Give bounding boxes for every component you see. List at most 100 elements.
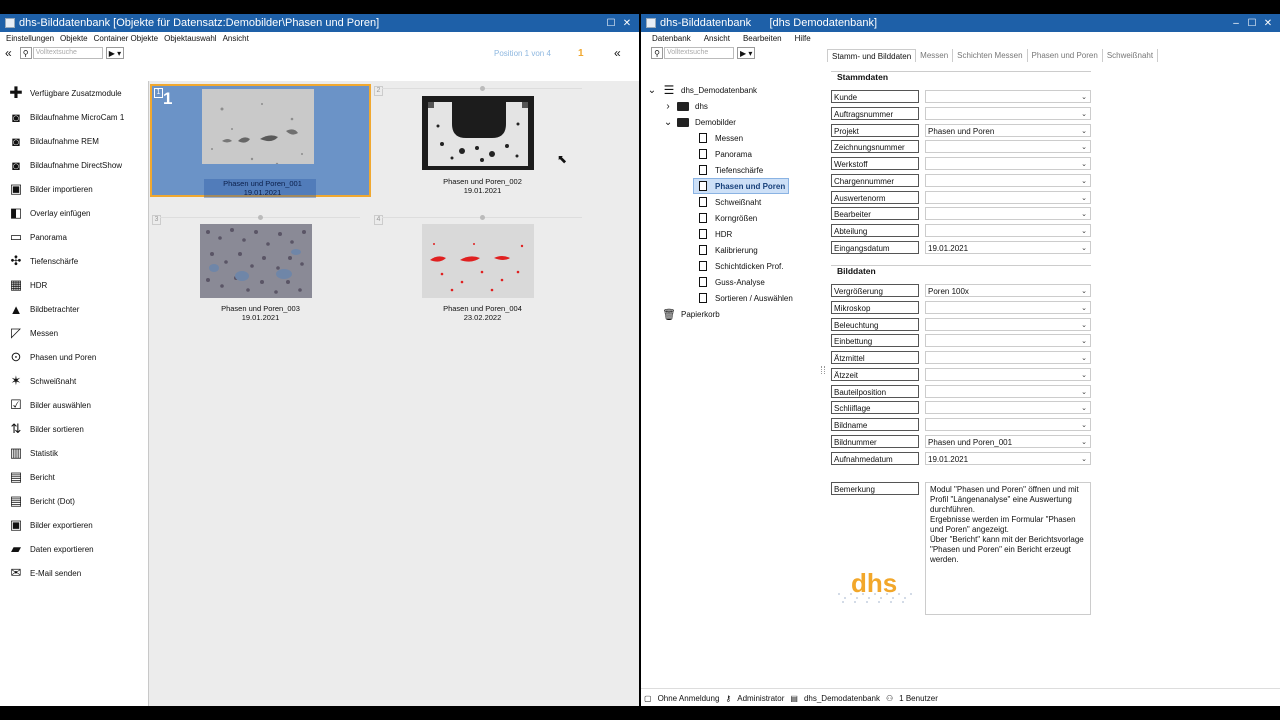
sidebar-item[interactable]: ✶ Schweißnaht (0, 369, 148, 393)
sidebar-item[interactable]: ◙ Bildaufnahme DirectShow (0, 153, 148, 177)
menu-objekte[interactable]: Objekte (60, 34, 88, 43)
chevron-down-icon[interactable]: ⌄ (1081, 369, 1087, 382)
field-select[interactable]: ⌄ (925, 401, 1091, 415)
close-icon[interactable]: ✕ (619, 18, 635, 29)
field-select[interactable]: ⌄ (925, 418, 1091, 431)
field-select[interactable]: ⌄ (925, 351, 1091, 364)
sidebar-item[interactable]: ◧ Overlay einfügen (0, 201, 148, 225)
chevron-down-icon[interactable]: ⌄ (1081, 158, 1087, 171)
tree-item[interactable]: Schweißnaht (697, 194, 761, 210)
field-select[interactable]: ⌄ (925, 334, 1091, 348)
tree-trash[interactable]: 🗑 Papierkorb (662, 306, 720, 322)
chevron-down-icon[interactable]: ⌄ (1081, 141, 1087, 154)
menu-hilfe[interactable]: Hilfe (795, 34, 811, 43)
field-select[interactable]: ⌄ (925, 367, 1091, 382)
splitter-handle[interactable] (821, 366, 825, 374)
tree-item[interactable]: HDR (697, 226, 732, 242)
field-select[interactable]: ⌄ (925, 157, 1091, 170)
sidebar-item[interactable]: ▤ Bericht (Dot) (0, 489, 148, 513)
right-titlebar[interactable]: dhs-Bilddatenbank [dhs Demodatenbank] – … (641, 14, 1280, 32)
field-select[interactable]: ⌄ (925, 207, 1091, 221)
tree-item[interactable]: Korngrößen (697, 210, 757, 226)
chevron-down-icon[interactable]: ⌄ (1081, 175, 1087, 188)
tab-phasen-und-poren[interactable]: Phasen und Poren (1028, 49, 1103, 62)
chevron-down-icon[interactable]: ⌄ (1081, 436, 1087, 449)
thumbnail-4[interactable]: 4 Phasen und Poren_004 23.02.2022 (372, 213, 593, 326)
search-icon[interactable]: ⚲ (19, 47, 32, 59)
tab-schweissnaht[interactable]: Schweißnaht (1103, 49, 1159, 62)
tree-item[interactable]: Phasen und Poren (693, 178, 790, 194)
sidebar-item[interactable]: ◸ Messen (0, 321, 148, 345)
tab-schichten-messen[interactable]: Schichten Messen (953, 49, 1028, 62)
tab-messen[interactable]: Messen (916, 49, 954, 62)
tree-item[interactable]: Messen (697, 130, 743, 146)
tab-stamm-und-bilddaten[interactable]: Stamm- und Bilddaten (827, 49, 917, 62)
chevron-down-icon[interactable]: ⌄ (1081, 108, 1087, 121)
field-select[interactable]: ⌄ (925, 384, 1091, 398)
tree-item[interactable]: Tiefenschärfe (697, 162, 763, 178)
menu-bearbeiten[interactable]: Bearbeiten (743, 34, 782, 43)
maximize-icon[interactable]: ☐ (603, 18, 619, 29)
chevron-down-icon[interactable]: ⌄ (1081, 453, 1087, 466)
tree-item[interactable]: Panorama (697, 146, 752, 162)
sidebar-item[interactable]: ▥ Statistik (0, 441, 148, 465)
chevron-down-icon[interactable]: ⌄ (1081, 302, 1087, 315)
collapse-icon[interactable]: ⌄ (647, 85, 657, 96)
expand-icon[interactable]: › (665, 101, 671, 112)
chevron-down-icon[interactable]: ⌄ (1081, 242, 1087, 255)
thumbnail-3[interactable]: 3 Phasen und Poren_003 19.01.2021 (150, 213, 371, 326)
sidebar-item[interactable]: ▭ Panorama (0, 225, 148, 249)
chevron-down-icon[interactable]: ⌄ (1081, 352, 1087, 365)
chevron-down-icon[interactable]: ⌄ (1081, 125, 1087, 138)
sidebar-item[interactable]: ▲ Bildbetrachter (0, 297, 148, 321)
menu-objektauswahl[interactable]: Objektauswahl (164, 34, 216, 43)
search-input[interactable]: Volltextsuche (32, 47, 103, 59)
field-select[interactable]: ⌄ (925, 173, 1091, 188)
collapse-panel-icon[interactable]: « (614, 46, 621, 60)
sidebar-item[interactable]: ▣ Bilder importieren (0, 177, 148, 201)
field-select[interactable]: 19.01.2021 ⌄ (925, 240, 1091, 255)
tree-root[interactable]: ⌄ ☰ dhs_Demodatenbank (647, 82, 757, 98)
chevron-down-icon[interactable]: ⌄ (1081, 402, 1087, 415)
collapse-icon[interactable]: ⌄ (664, 117, 672, 128)
sidebar-item[interactable]: ✚ Verfügbare Zusatzmodule (0, 81, 148, 105)
play-button[interactable]: ▶ ▾ (737, 47, 756, 59)
search-input[interactable]: Volltextsuche (664, 47, 734, 59)
tree-item[interactable]: Schichtdicken Prof. (697, 258, 783, 274)
search-icon[interactable]: ⚲ (651, 47, 663, 59)
remark-textarea[interactable]: Modul "Phasen und Poren" öffnen und mit … (925, 482, 1091, 615)
tree-item[interactable]: Sortieren / Auswählen (697, 290, 793, 306)
field-select[interactable]: ⌄ (925, 90, 1091, 103)
sidebar-item[interactable]: ▤ Bericht (0, 465, 148, 489)
menu-container-objekte[interactable]: Container Objekte (94, 34, 158, 43)
chevron-down-icon[interactable]: ⌄ (1081, 285, 1087, 298)
close-icon[interactable]: ✕ (1260, 18, 1276, 29)
field-select[interactable]: Phasen und Poren ⌄ (925, 123, 1091, 138)
field-select[interactable]: ⌄ (925, 224, 1091, 237)
field-select[interactable]: Phasen und Poren_001 ⌄ (925, 434, 1091, 449)
collapse-left-icon[interactable]: « (5, 46, 12, 60)
sidebar-item[interactable]: ✉ E-Mail senden (0, 561, 148, 585)
sidebar-item[interactable]: ▣ Bilder exportieren (0, 513, 148, 537)
tree-item[interactable]: Kalibrierung (697, 242, 758, 258)
sidebar-item[interactable]: ☑ Bilder auswählen (0, 393, 148, 417)
field-select[interactable]: ⌄ (925, 106, 1091, 121)
chevron-down-icon[interactable]: ⌄ (1081, 192, 1087, 205)
sidebar-item[interactable]: ◙ Bildaufnahme REM (0, 129, 148, 153)
chevron-down-icon[interactable]: ⌄ (1081, 91, 1087, 104)
tree-demobilder[interactable]: ⌄ Demobilder (664, 114, 736, 130)
tree-dhs[interactable]: › dhs (665, 98, 708, 114)
play-button[interactable]: ▶ ▾ (105, 47, 125, 59)
sidebar-item[interactable]: ▦ HDR (0, 273, 148, 297)
field-select[interactable]: ⌄ (925, 317, 1091, 332)
menu-datenbank[interactable]: Datenbank (652, 34, 691, 43)
field-select[interactable]: ⌄ (925, 300, 1091, 315)
left-titlebar[interactable]: dhs-Bilddatenbank [Objekte für Datensatz… (0, 14, 639, 32)
chevron-down-icon[interactable]: ⌄ (1081, 319, 1087, 332)
sidebar-item[interactable]: ◙ Bildaufnahme MicroCam 1 (0, 105, 148, 129)
chevron-down-icon[interactable]: ⌄ (1081, 208, 1087, 221)
sidebar-item[interactable]: ⊙ Phasen und Poren (0, 345, 148, 369)
thumbnail-1[interactable]: 1 1 Phasen und Poren_001 19.01.2021 (150, 84, 371, 198)
chevron-down-icon[interactable]: ⌄ (1081, 419, 1087, 432)
field-select[interactable]: ⌄ (925, 190, 1091, 205)
